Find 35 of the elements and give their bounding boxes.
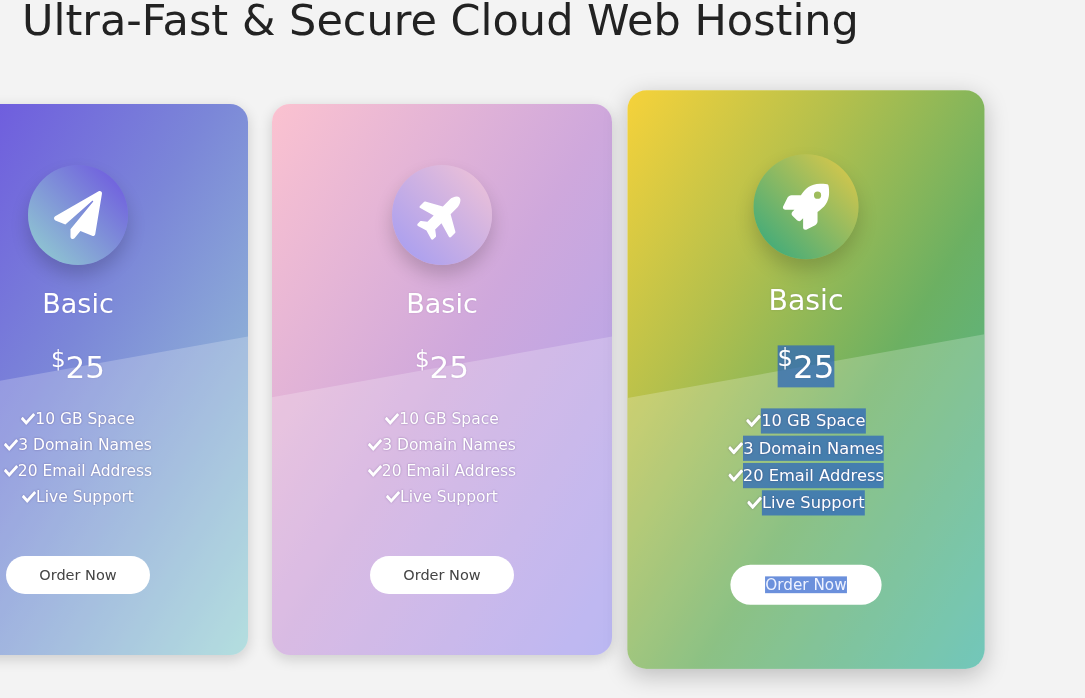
check-icon (368, 439, 383, 451)
check-icon (4, 439, 19, 451)
feature-text: 20 Email Address (381, 461, 517, 482)
page-title: Ultra-Fast & Secure Cloud Web Hosting (22, 0, 859, 43)
feature-text: 3 Domain Names (18, 435, 152, 456)
check-icon (21, 413, 36, 425)
check-icon (385, 413, 400, 425)
feature-text: 20 Email Address (17, 461, 153, 482)
feature-text: 3 Domain Names (743, 435, 884, 461)
feature-text: 20 Email Address (742, 462, 884, 489)
plan-name: Basic (406, 287, 478, 321)
check-icon (3, 465, 18, 477)
plan-name: Basic (42, 287, 114, 321)
check-icon (22, 491, 37, 503)
order-button[interactable]: Order Now (370, 556, 514, 594)
check-icon (746, 414, 762, 428)
order-button[interactable]: Order Now (6, 556, 150, 594)
paper-plane-icon (28, 165, 128, 265)
check-icon (728, 469, 743, 482)
check-icon (747, 496, 762, 510)
check-icon (728, 441, 744, 455)
plan-price: $^{$}$25 (777, 345, 835, 388)
feature-text: Live Support (400, 487, 498, 508)
airplane-icon (392, 165, 492, 265)
feature-text: 10 GB Space (761, 408, 866, 434)
feature-text: 3 Domain Names (382, 435, 516, 456)
feature-text: 10 GB Space (35, 409, 135, 430)
feature-text: Live Support (761, 490, 865, 516)
plan-name: Basic (768, 282, 844, 318)
feature-text: Live Support (36, 487, 134, 508)
check-icon (386, 491, 401, 503)
plan-price: $^{$}$25 (414, 347, 470, 387)
feature-text: 10 GB Space (399, 409, 499, 430)
check-icon (367, 465, 382, 477)
plan-price: $^{$}$25 (50, 347, 106, 387)
